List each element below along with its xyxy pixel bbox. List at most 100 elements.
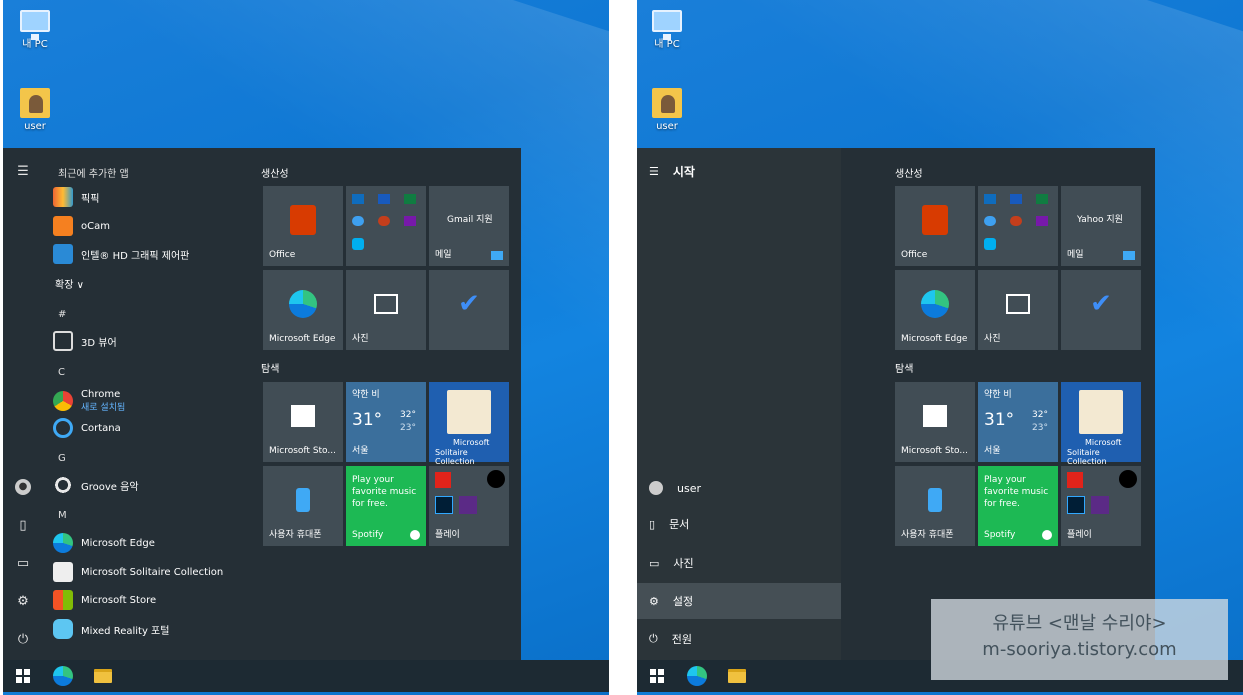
ocam-icon [53, 216, 73, 236]
taskbar-edge[interactable] [43, 660, 83, 692]
app-item[interactable]: 3D 뷰어 [53, 330, 117, 352]
store-bag-icon [291, 404, 315, 427]
letter-header[interactable]: # [58, 309, 66, 320]
edge-icon [289, 289, 317, 318]
section-productivity: 생산성 [261, 169, 289, 180]
weather-tile[interactable]: 약한 비 31° 32° 23° 서울 [346, 382, 426, 462]
file-explorer-icon [94, 669, 112, 683]
app-item[interactable]: Groove 음악 [53, 474, 139, 496]
app-item[interactable]: Microsoft Solitaire Collection [53, 561, 223, 583]
power-icon: ⏻ [649, 632, 658, 645]
phone-tile[interactable]: 사용자 휴대폰 [263, 466, 343, 546]
letter-header[interactable]: M [58, 510, 67, 521]
office-apps-tile[interactable] [978, 186, 1058, 266]
desktop-icon-label: 내 PC [654, 39, 680, 50]
checkmark-icon: ✔ [1090, 288, 1112, 319]
mail-icon [1123, 251, 1135, 260]
start-title-row[interactable]: ☰ 시작 [649, 153, 841, 189]
start-button[interactable] [637, 660, 677, 692]
cards-icon [1079, 390, 1123, 434]
store-bag-icon [923, 404, 947, 427]
office-icon [922, 204, 948, 235]
roblox-icon [1067, 472, 1083, 488]
section-productivity: 생산성 [895, 169, 923, 180]
section-explore: 탐색 [895, 364, 914, 375]
app-item[interactable]: Mixed Reality 포털 [53, 618, 169, 640]
app-item[interactable]: Cortana [53, 417, 121, 439]
windows-icon [16, 669, 30, 683]
photos-tile[interactable]: 사진 [346, 270, 426, 350]
3d-viewer-icon [53, 331, 73, 351]
phone-tile[interactable]: 사용자 휴대폰 [895, 466, 975, 546]
spotify-tile[interactable]: Play your favorite music for free. Spotif… [978, 466, 1058, 546]
user-avatar-icon[interactable]: ● [15, 479, 31, 495]
photoshop-icon [1067, 496, 1085, 514]
settings-gear-icon: ⚙ [649, 594, 659, 608]
nav-power[interactable]: ⏻ 전원 [649, 621, 841, 657]
phone-icon [928, 487, 942, 512]
solitaire-tile[interactable]: Microsoft Solitaire Collection [1061, 382, 1141, 466]
app-item[interactable]: Microsoft Edge [53, 532, 155, 554]
expanded-rail: ☰ 시작 user ▯ 문서 ▭ 사진 ⚙ 설정 ⏻ 전원 [637, 148, 841, 660]
start-menu-left: ☰ ● ▯ ▭ ⚙ ⏻ 최근에 추가한 앱 픽픽 oCam 인텔® HD 그래픽… [3, 148, 521, 660]
start-title: 시작 [672, 164, 695, 179]
letter-header[interactable]: G [58, 453, 66, 464]
weather-tile[interactable]: 약한 비 31° 32° 23° 서울 [978, 382, 1058, 462]
expand-toggle[interactable]: 확장 ∨ [55, 272, 84, 294]
spotify-tile[interactable]: Play your favorite music for free. Spotif… [346, 466, 426, 546]
nav-documents[interactable]: ▯ 문서 [649, 506, 841, 542]
photos-tile[interactable]: 사진 [978, 270, 1058, 350]
watermark: 유튜브 <맨날 수리야> m-sooriya.tistory.com [931, 599, 1228, 680]
app-item[interactable]: oCam [53, 215, 110, 237]
solitaire-icon [53, 562, 73, 582]
store-tile[interactable]: Microsoft Sto... [895, 382, 975, 462]
office-tile[interactable]: Office [895, 186, 975, 266]
document-icon: ▯ [649, 517, 656, 531]
app-item[interactable]: 픽픽 [53, 186, 99, 208]
user-folder-icon [652, 88, 682, 118]
mail-tile[interactable]: Yahoo 지원 메일 [1061, 186, 1141, 266]
desktop-icon-this-pc[interactable]: 내 PC [637, 10, 697, 50]
edge-tile[interactable]: Microsoft Edge [263, 270, 343, 350]
app-item[interactable]: 인텔® HD 그래픽 제어판 [53, 243, 189, 265]
taskbar-explorer[interactable] [717, 660, 757, 692]
nav-pictures[interactable]: ▭ 사진 [649, 545, 841, 581]
watermark-line1: 유튜브 <맨날 수리야> [992, 613, 1167, 634]
pictures-icon: ▭ [649, 556, 660, 570]
play-tile[interactable]: 플레이 [1061, 466, 1141, 546]
desktop-icon-user[interactable]: user [637, 88, 697, 132]
phone-icon [296, 487, 310, 512]
desktop-icon-user[interactable]: user [5, 88, 65, 132]
store-tile[interactable]: Microsoft Sto... [263, 382, 343, 462]
dolby-icon [1091, 496, 1109, 514]
mail-icon [491, 251, 503, 260]
start-button[interactable] [3, 660, 43, 692]
taskbar-edge[interactable] [677, 660, 717, 692]
edge-icon [53, 533, 73, 553]
todo-tile[interactable]: ✔ [1061, 270, 1141, 350]
office-icon [290, 204, 316, 235]
watermark-line2: m-sooriya.tistory.com [982, 639, 1177, 660]
office-apps-tile[interactable] [346, 186, 426, 266]
nav-settings[interactable]: ⚙ 설정 [637, 583, 841, 619]
solitaire-tile[interactable]: Microsoft Solitaire Collection [429, 382, 509, 466]
play-tile[interactable]: 플레이 [429, 466, 509, 546]
edge-tile[interactable]: Microsoft Edge [895, 270, 975, 350]
letter-header[interactable]: C [58, 367, 65, 378]
document-icon[interactable]: ▯ [15, 518, 31, 534]
app-item[interactable]: Microsoft Store [53, 589, 156, 611]
pictures-icon[interactable]: ▭ [15, 556, 31, 572]
settings-gear-icon[interactable]: ⚙ [15, 594, 31, 610]
hamburger-icon[interactable]: ☰ [15, 164, 31, 180]
nav-user[interactable]: user [649, 470, 841, 506]
taskbar-explorer[interactable] [83, 660, 123, 692]
power-icon[interactable]: ⏻ [15, 632, 31, 648]
cards-icon [447, 390, 491, 434]
photos-icon [374, 293, 398, 314]
app-item[interactable]: Chrome 새로 설치됨 [53, 388, 125, 414]
mail-tile[interactable]: Gmail 지원 메일 [429, 186, 509, 266]
desktop-icon-this-pc[interactable]: 내 PC [5, 10, 65, 50]
office-tile[interactable]: Office [263, 186, 343, 266]
pc-icon [652, 10, 682, 40]
todo-tile[interactable]: ✔ [429, 270, 509, 350]
